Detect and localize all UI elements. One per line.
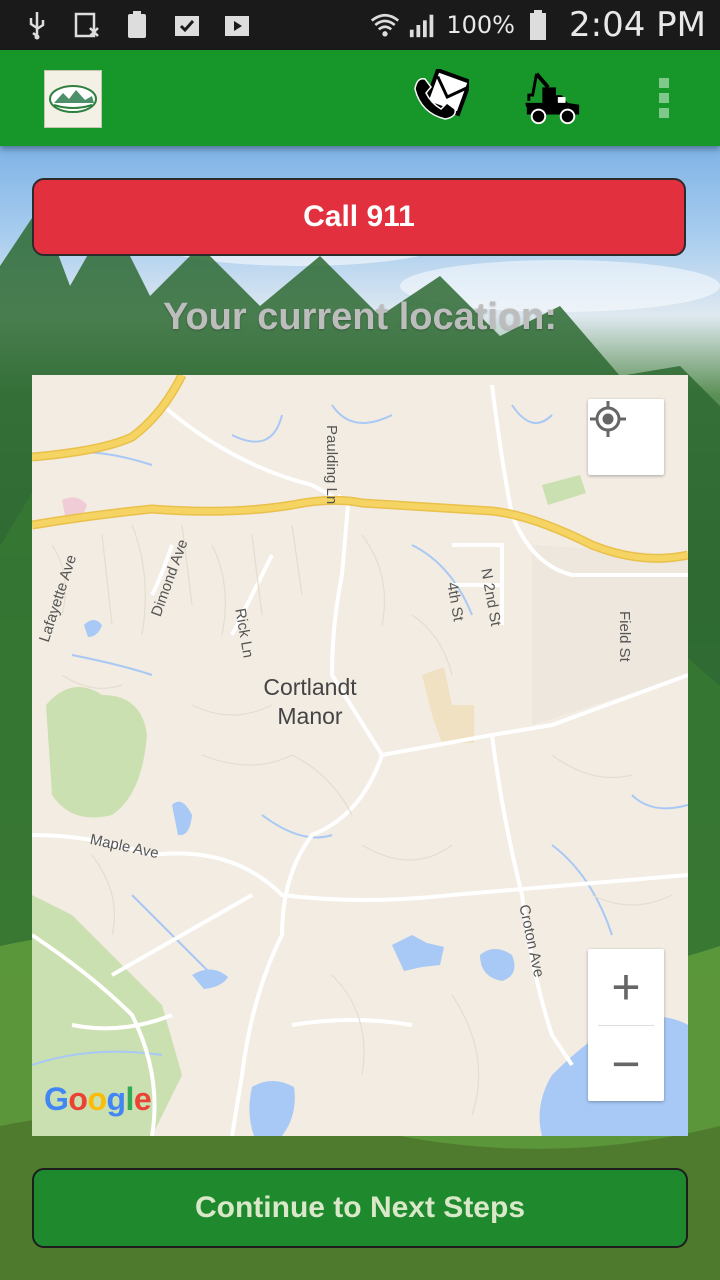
crosshair-icon [590, 401, 626, 437]
signal-icon [408, 10, 438, 40]
location-title: Your current location: [162, 296, 558, 338]
tow-truck-icon[interactable] [523, 68, 583, 128]
my-location-button[interactable] [588, 399, 664, 475]
wifi-icon [370, 10, 400, 40]
logo-icon[interactable] [44, 70, 102, 128]
map-town-label: Cortlandt Manor [252, 673, 368, 731]
battery-saver-icon [122, 10, 152, 40]
call-911-button[interactable]: Call 911 [32, 178, 686, 256]
phone-call-icon[interactable] [410, 68, 470, 128]
continue-next-steps-button[interactable]: Continue to Next Steps [32, 1168, 688, 1248]
overflow-menu-icon[interactable] [634, 68, 694, 128]
town-line-1: Cortlandt [263, 674, 357, 700]
app-bar [0, 50, 720, 146]
status-bar: 100% 2:04 PM [0, 0, 720, 50]
zoom-out-button[interactable]: − [588, 1026, 664, 1102]
town-line-2: Manor [277, 703, 343, 729]
clock: 2:04 PM [569, 5, 706, 45]
street-label-paulding: Paulding Ln [323, 425, 340, 505]
google-attribution-logo: Google [44, 1081, 152, 1117]
battery-percent: 100% [446, 11, 515, 39]
zoom-in-button[interactable]: + [588, 949, 664, 1025]
street-label-field: Field St [616, 611, 633, 662]
usb-icon [22, 10, 52, 40]
map-view[interactable]: Cortlandt Manor Paulding Ln Lafayette Av… [32, 375, 688, 1136]
battery-icon [523, 10, 553, 40]
zoom-controls: + − [588, 949, 664, 1101]
media-upload-icon [222, 10, 252, 40]
sim-blocked-icon [72, 10, 102, 40]
task-check-icon [172, 10, 202, 40]
